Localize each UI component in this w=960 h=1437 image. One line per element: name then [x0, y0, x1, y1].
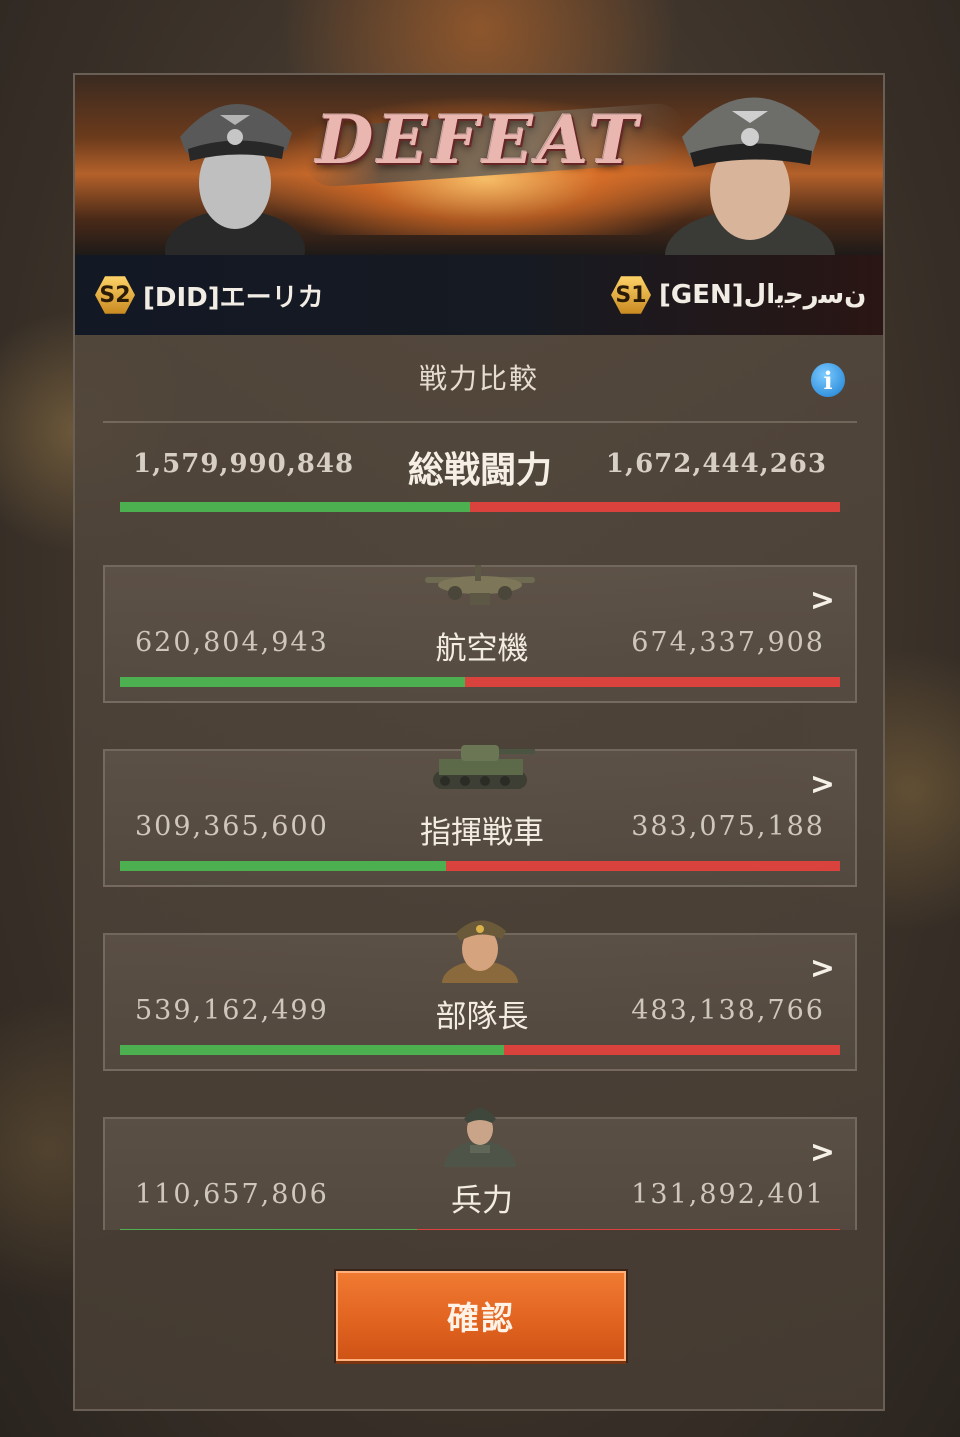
category-bar: [120, 861, 840, 871]
right-player-name: [GEN]ﻥﺳﺭﺟﻳﺍﻝ: [659, 280, 867, 310]
category-right-value: 483,138,766: [631, 995, 825, 1026]
server-badge-right: S1: [611, 276, 651, 314]
category-list[interactable]: > 620,804,943 航空機 674,337,908 > 309,365,…: [103, 565, 859, 1230]
battle-result-panel: DEFEAT S2 [DID]エーリカ S1 [GEN]ﻥﺳﺭﺟﻳﺍﻝ 戦力比較…: [73, 73, 885, 1411]
left-share-bar: [120, 861, 447, 871]
category-card-tank[interactable]: > 309,365,600 指揮戦車 383,075,188: [103, 745, 857, 887]
category-card-commander[interactable]: > 539,162,499 部隊長 483,138,766: [103, 920, 857, 1071]
commander-portrait-icon: [442, 920, 518, 983]
right-share-bar: [469, 502, 840, 512]
server-badge-left: S2: [95, 276, 135, 314]
chevron-right-icon[interactable]: >: [810, 583, 835, 618]
category-bar: [120, 1229, 840, 1230]
total-power-bar: [120, 502, 840, 512]
chevron-right-icon[interactable]: >: [810, 951, 835, 986]
category-right-value: 674,337,908: [631, 627, 825, 658]
left-player-name: [DID]エーリカ: [143, 282, 324, 313]
comparison-title: 戦力比較: [418, 362, 539, 395]
right-share-bar: [504, 1045, 840, 1055]
confirm-button[interactable]: 確認: [336, 1271, 626, 1361]
left-share-bar: [120, 677, 465, 687]
total-right-value: 1,672,444,263: [605, 449, 827, 479]
right-share-bar: [464, 677, 840, 687]
category-bar: [120, 677, 840, 687]
result-banner: DEFEAT: [75, 75, 883, 255]
tank-icon: [433, 745, 535, 789]
soldier-icon: [444, 1108, 516, 1167]
left-share-bar: [120, 1229, 417, 1230]
defeat-title: DEFEAT: [316, 101, 642, 179]
left-player: S2 [DID]エーリカ: [95, 275, 324, 315]
right-share-bar: [446, 861, 840, 871]
total-power-row: 1,579,990,848 総戦闘力 1,672,444,263: [103, 437, 857, 515]
players-bar: S2 [DID]エーリカ S1 [GEN]ﻥﺳﺭﺟﻳﺍﻝ: [75, 255, 883, 335]
aircraft-icon: [425, 565, 535, 605]
chevron-right-icon[interactable]: >: [810, 767, 835, 802]
category-right-value: 383,075,188: [631, 811, 825, 842]
left-share-bar: [120, 1045, 505, 1055]
category-right-value: 131,892,401: [631, 1179, 825, 1210]
category-card-aircraft[interactable]: > 620,804,943 航空機 674,337,908: [103, 565, 857, 703]
left-share-bar: [120, 502, 470, 512]
right-player: S1 [GEN]ﻥﺳﺭﺟﻳﺍﻝ: [611, 275, 866, 315]
divider: [103, 421, 857, 423]
right-share-bar: [416, 1229, 840, 1230]
chevron-right-icon[interactable]: >: [810, 1135, 835, 1170]
category-bar: [120, 1045, 840, 1055]
category-card-troops[interactable]: > 110,657,806 兵力 131,892,401: [103, 1108, 857, 1230]
info-icon[interactable]: i: [811, 363, 845, 397]
